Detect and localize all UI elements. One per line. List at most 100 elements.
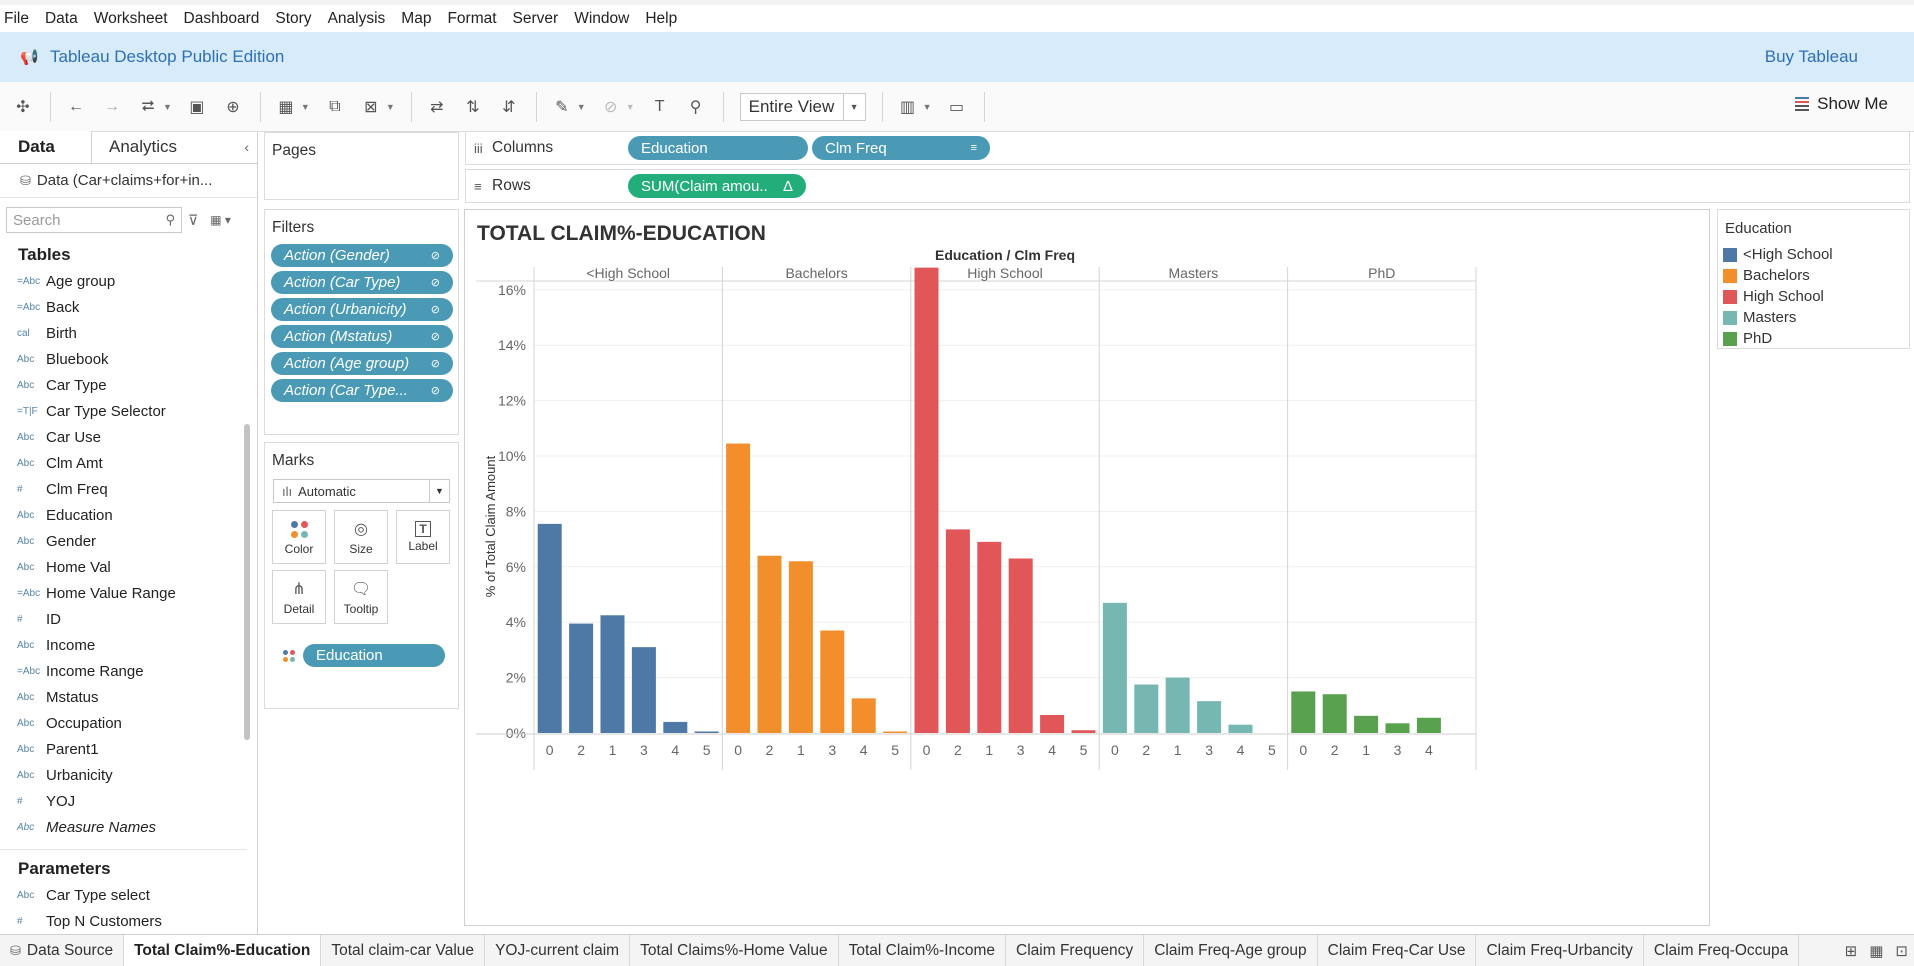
field-item[interactable]: =Abc Income Range: [0, 658, 257, 684]
menu-data[interactable]: Data: [45, 10, 78, 28]
filter-pill[interactable]: Action (Age group) ⊘: [271, 352, 453, 375]
mark-type-dropdown[interactable]: ılı Automatic ▼: [273, 479, 450, 503]
detail-button[interactable]: ⋔ Detail: [272, 570, 326, 624]
show-cards-dropdown-icon[interactable]: ▼: [923, 102, 932, 112]
field-item[interactable]: Abc Home Val: [0, 554, 257, 580]
filter-pill[interactable]: Action (Mstatus) ⊘: [271, 325, 453, 348]
menu-file[interactable]: File: [4, 10, 29, 28]
filter-pill[interactable]: Action (Gender) ⊘: [271, 244, 453, 267]
field-item[interactable]: Abc Occupation: [0, 710, 257, 736]
clm-freq-column-pill[interactable]: Clm Freq ≡: [812, 136, 990, 160]
new-story-icon[interactable]: ⊡: [1895, 942, 1908, 960]
datasource-item[interactable]: ⛁ Data (Car+claims+for+in...: [0, 164, 257, 198]
replay-icon[interactable]: ⮂: [137, 96, 159, 118]
legend-item[interactable]: Masters: [1718, 307, 1909, 328]
sort-ascending-icon[interactable]: ⇅: [462, 96, 484, 118]
new-worksheet-dropdown-icon[interactable]: ▼: [301, 102, 310, 112]
field-item[interactable]: Abc Car Type: [0, 372, 257, 398]
duplicate-sheet-icon[interactable]: ⧉: [324, 96, 346, 118]
sheet-tab[interactable]: YOJ-current claim: [485, 935, 631, 966]
field-item[interactable]: Abc Mstatus: [0, 684, 257, 710]
show-labels-icon[interactable]: T: [649, 96, 671, 118]
field-item[interactable]: Abc Urbanicity: [0, 762, 257, 788]
tab-data[interactable]: Data: [0, 131, 92, 163]
new-worksheet-icon[interactable]: ⊞: [1845, 942, 1858, 960]
show-me-button[interactable]: Show Me: [1795, 94, 1888, 114]
filter-pill[interactable]: Action (Urbanicity) ⊘: [271, 298, 453, 321]
columns-shelf[interactable]: iii Columns Education Clm Freq ≡: [465, 131, 1910, 165]
group-dropdown-icon[interactable]: ▼: [626, 102, 635, 112]
field-item[interactable]: =Abc Home Value Range: [0, 580, 257, 606]
redo-icon[interactable]: →: [101, 96, 123, 118]
new-dashboard-icon[interactable]: ▦: [1869, 942, 1883, 960]
swap-rows-columns-icon[interactable]: ⇄: [426, 96, 448, 118]
size-button[interactable]: ◎ Size: [334, 510, 388, 564]
menu-window[interactable]: Window: [574, 10, 629, 28]
sort-descending-icon[interactable]: ⇵: [498, 96, 520, 118]
field-item[interactable]: Abc Education: [0, 502, 257, 528]
parameter-item[interactable]: # Top N Customers: [0, 908, 257, 934]
undo-icon[interactable]: ←: [65, 96, 87, 118]
pages-shelf[interactable]: Pages: [264, 132, 459, 200]
legend-item[interactable]: <High School: [1718, 244, 1909, 265]
menu-dashboard[interactable]: Dashboard: [184, 10, 260, 28]
rows-shelf[interactable]: ≡ Rows SUM(Claim amou.. Δ: [465, 169, 1910, 203]
menu-map[interactable]: Map: [401, 10, 431, 28]
legend-item[interactable]: Bachelors: [1718, 265, 1909, 286]
view-options-icon[interactable]: ▦ ▾: [210, 213, 231, 227]
field-item[interactable]: =Abc Back: [0, 294, 257, 320]
filter-icon[interactable]: ⊽: [188, 212, 198, 229]
sheet-tab[interactable]: Total Claim%-Education: [124, 935, 322, 966]
menu-format[interactable]: Format: [447, 10, 496, 28]
legend-item[interactable]: High School: [1718, 286, 1909, 307]
field-item[interactable]: # ID: [0, 606, 257, 632]
education-column-pill[interactable]: Education: [628, 136, 808, 160]
menu-worksheet[interactable]: Worksheet: [94, 10, 168, 28]
field-item[interactable]: Abc Gender: [0, 528, 257, 554]
sheet-tab[interactable]: Claim Freq-Car Use: [1318, 935, 1477, 966]
field-item[interactable]: cal Birth: [0, 320, 257, 346]
search-input[interactable]: Search ⚲: [6, 207, 182, 233]
tab-analytics[interactable]: Analytics: [92, 131, 177, 163]
highlight-icon[interactable]: ✎: [551, 96, 573, 118]
field-item[interactable]: Abc Income: [0, 632, 257, 658]
legend-item[interactable]: PhD: [1718, 328, 1909, 349]
education-color-pill[interactable]: Education: [303, 644, 445, 667]
field-item[interactable]: =Abc Age group: [0, 268, 257, 294]
field-item[interactable]: Abc Measure Names: [0, 814, 257, 840]
menu-analysis[interactable]: Analysis: [328, 10, 386, 28]
sheet-tab[interactable]: Claim Freq-Age group: [1144, 935, 1318, 966]
field-item[interactable]: # Clm Freq: [0, 476, 257, 502]
presentation-mode-icon[interactable]: ▭: [946, 96, 968, 118]
pin-icon[interactable]: ⚲: [685, 96, 707, 118]
sheet-tab[interactable]: Total Claims%-Home Value: [630, 935, 839, 966]
label-button[interactable]: T Label: [396, 510, 450, 564]
sheet-tab[interactable]: Claim Freq-Urbancity: [1476, 935, 1644, 966]
show-cards-icon[interactable]: ▥: [897, 96, 919, 118]
menu-story[interactable]: Story: [275, 10, 311, 28]
highlight-dropdown-icon[interactable]: ▼: [577, 102, 586, 112]
buy-tableau-link[interactable]: Buy Tableau: [1765, 47, 1858, 67]
sheet-tab[interactable]: Claim Frequency: [1006, 935, 1145, 966]
new-datasource-icon[interactable]: ⊕: [222, 96, 244, 118]
save-icon[interactable]: ▣: [186, 96, 208, 118]
parameter-item[interactable]: Abc Car Type select: [0, 882, 257, 908]
field-item[interactable]: Abc Bluebook: [0, 346, 257, 372]
new-worksheet-icon[interactable]: ▦: [275, 96, 297, 118]
field-list-scrollbar[interactable]: [244, 424, 250, 740]
filter-pill[interactable]: Action (Car Type... ⊘: [271, 379, 453, 402]
clear-sheet-icon[interactable]: ⊠: [360, 96, 382, 118]
field-item[interactable]: Abc Car Use: [0, 424, 257, 450]
sheet-tab[interactable]: Total claim-car Value: [321, 935, 486, 966]
filters-shelf[interactable]: Filters Action (Gender) ⊘ Action (Car Type…: [264, 209, 459, 435]
field-item[interactable]: =T|F Car Type Selector: [0, 398, 257, 424]
field-item[interactable]: # YOJ: [0, 788, 257, 814]
sum-claim-amount-row-pill[interactable]: SUM(Claim amou.. Δ: [628, 174, 806, 198]
group-icon[interactable]: ⊘: [600, 96, 622, 118]
sheet-tab[interactable]: Total Claim%-Income: [839, 935, 1007, 966]
field-item[interactable]: Abc Clm Amt: [0, 450, 257, 476]
data-source-tab[interactable]: ⛁ Data Source: [0, 935, 125, 966]
tooltip-button[interactable]: 🗨 Tooltip: [334, 570, 388, 624]
sheet-tab[interactable]: Claim Freq-Occupa: [1644, 935, 1800, 966]
field-item[interactable]: Abc Parent1: [0, 736, 257, 762]
